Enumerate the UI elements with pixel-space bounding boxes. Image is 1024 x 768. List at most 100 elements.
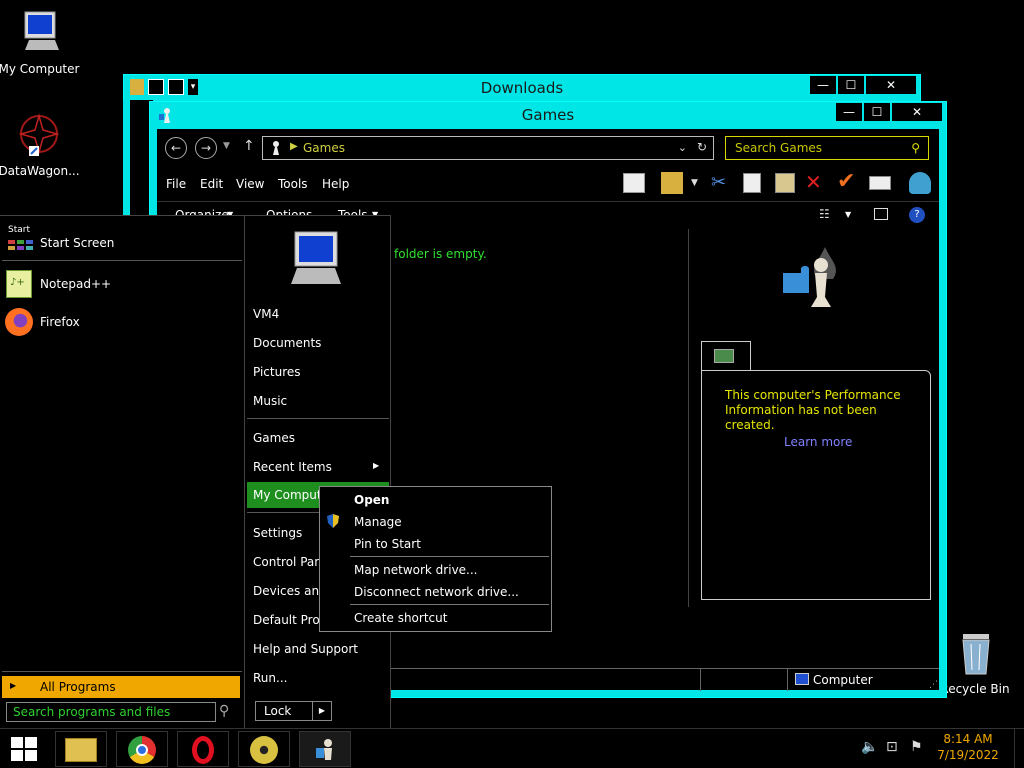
context-item-disconnect-drive[interactable]: Disconnect network drive... <box>354 585 519 599</box>
window-titlebar[interactable]: Games — ☐ ✕ <box>150 102 946 128</box>
start-item-music[interactable]: Music <box>253 394 287 408</box>
learn-more-link[interactable]: Learn more <box>784 435 852 449</box>
start-item-help-support[interactable]: Help and Support <box>253 642 358 656</box>
minimize-button[interactable]: — <box>836 103 862 121</box>
close-button[interactable]: ✕ <box>866 76 916 94</box>
start-item-default-programs[interactable]: Default Prog <box>253 613 327 627</box>
context-item-manage[interactable]: Manage <box>354 515 402 529</box>
search-icon[interactable]: ⚲ <box>219 703 229 719</box>
start-item-games[interactable]: Games <box>253 431 295 445</box>
menu-file[interactable]: File <box>166 177 186 191</box>
performance-tab[interactable] <box>701 341 751 371</box>
chevron-down-icon[interactable]: ▼ <box>845 210 851 219</box>
start-button[interactable] <box>0 729 50 768</box>
change-view-icon[interactable]: ☷ <box>819 207 830 221</box>
taskbar-games[interactable] <box>299 731 351 767</box>
pinned-item-notepadpp[interactable]: ♪+ Notepad++ <box>0 268 240 300</box>
quick-access-dropdown-icon[interactable]: ▾ <box>188 79 198 95</box>
paste-icon[interactable] <box>775 173 795 193</box>
start-screen-item[interactable]: Start Start Screen <box>0 222 240 258</box>
desktop-icon-datawagon[interactable]: DataWagon... <box>0 112 84 178</box>
delete-icon[interactable]: ✕ <box>805 170 822 194</box>
recycle-bin-icon <box>951 630 999 678</box>
preview-pane-icon[interactable] <box>874 208 888 220</box>
taskbar-file-explorer[interactable] <box>55 731 107 767</box>
power-options-button[interactable]: ▶ <box>312 701 332 721</box>
pinned-item-label: Notepad++ <box>40 277 112 291</box>
breadcrumb[interactable]: Games <box>303 141 345 155</box>
maximize-button[interactable]: ☐ <box>838 76 864 94</box>
copy-icon[interactable] <box>743 173 761 193</box>
up-arrow-icon[interactable]: ↑ <box>243 138 255 154</box>
lock-button[interactable]: Lock <box>255 701 313 721</box>
network-error-icon[interactable]: 🔈 <box>861 739 878 755</box>
properties-icon[interactable] <box>148 79 164 95</box>
maximize-button[interactable]: ☐ <box>864 103 890 121</box>
desktop-icon-label: DataWagon... <box>0 164 80 178</box>
taskbar-media-player[interactable] <box>238 731 290 767</box>
clock-time: 8:14 AM <box>943 732 993 746</box>
clock[interactable]: 8:14 AM 7/19/2022 <box>936 732 1000 762</box>
mail-icon[interactable] <box>869 176 891 190</box>
divider <box>2 260 242 261</box>
start-menu-left-pane: Start Start Screen ♪+ Notepad++ Firefox … <box>0 216 244 728</box>
search-input[interactable]: Search Games <box>735 141 822 155</box>
taskbar-opera[interactable] <box>177 731 229 767</box>
recent-pages-dropdown-icon[interactable]: ▼ <box>223 141 230 151</box>
start-search-input[interactable]: Search programs and files <box>13 705 170 719</box>
context-menu: Open Manage Pin to Start Map network dri… <box>319 486 552 632</box>
context-item-open[interactable]: Open <box>354 493 389 507</box>
disc-icon <box>250 736 278 764</box>
context-item-create-shortcut[interactable]: Create shortcut <box>354 611 447 625</box>
pinned-item-firefox[interactable]: Firefox <box>0 306 240 338</box>
start-item-pictures[interactable]: Pictures <box>253 365 301 379</box>
taskbar-chrome[interactable] <box>116 731 168 767</box>
forward-button[interactable]: → <box>195 137 217 159</box>
view-dropdown-icon[interactable]: ▼ <box>691 178 698 188</box>
window-titlebar[interactable]: ▾ Downloads — ☐ ✕ <box>124 75 920 101</box>
minimize-button[interactable]: — <box>810 76 836 94</box>
start-item-documents[interactable]: Documents <box>253 336 321 350</box>
folder-view-icon[interactable] <box>661 172 683 194</box>
start-item-run[interactable]: Run... <box>253 671 287 685</box>
search-icon[interactable]: ⚲ <box>911 141 920 155</box>
start-label: Start <box>8 225 30 235</box>
menu-edit[interactable]: Edit <box>200 177 223 191</box>
start-item-recent-items[interactable]: Recent Items <box>253 460 332 474</box>
start-search-box[interactable]: Search programs and files <box>6 702 216 722</box>
menu-tools[interactable]: Tools <box>278 177 308 191</box>
network-icon[interactable]: ⊡ <box>886 739 898 755</box>
start-item-vm4[interactable]: VM4 <box>253 307 279 321</box>
start-menu-right-pane: VM4 Documents Pictures Music Games Recen… <box>244 216 391 728</box>
address-dropdown-icon[interactable]: ⌄ <box>678 141 687 154</box>
opera-icon <box>192 736 214 764</box>
cut-icon[interactable]: ✂ <box>711 172 726 193</box>
resize-grip-icon[interactable]: ⋰ <box>929 680 938 690</box>
chrome-icon <box>128 736 156 764</box>
context-item-map-drive[interactable]: Map network drive... <box>354 563 478 577</box>
refresh-icon[interactable]: ↻ <box>697 140 707 154</box>
performance-info-text: This computer's Performance Information … <box>725 388 901 432</box>
navigation-bar: ← → ▼ ↑ ▶ Games ⌄ ↻ Search Games ⚲ <box>157 129 939 165</box>
start-screen-icon: Start <box>6 225 34 252</box>
action-center-icon[interactable]: ⚑ <box>910 739 923 755</box>
desktop-icon-my-computer[interactable]: My Computer <box>0 10 84 76</box>
help-icon[interactable]: ? <box>909 207 925 223</box>
context-item-pin-to-start[interactable]: Pin to Start <box>354 537 421 551</box>
back-button[interactable]: ← <box>165 137 187 159</box>
search-box[interactable]: Search Games ⚲ <box>725 136 929 160</box>
games-icon <box>314 736 338 764</box>
start-item-devices[interactable]: Devices and <box>253 584 327 598</box>
menu-help[interactable]: Help <box>322 177 349 191</box>
layout-pane-icon[interactable] <box>623 173 645 193</box>
start-menu: Start Start Screen ♪+ Notepad++ Firefox … <box>0 215 391 728</box>
show-desktop-button[interactable] <box>1014 729 1024 768</box>
close-button[interactable]: ✕ <box>892 103 942 121</box>
address-bar[interactable]: ▶ Games ⌄ ↻ <box>262 136 714 160</box>
checkmark-icon[interactable]: ✔ <box>837 169 855 194</box>
new-folder-icon[interactable] <box>168 79 184 95</box>
start-item-settings[interactable]: Settings <box>253 526 302 540</box>
shell-icon[interactable] <box>909 172 931 194</box>
all-programs-button[interactable]: ▶ All Programs <box>2 676 240 698</box>
menu-view[interactable]: View <box>236 177 264 191</box>
